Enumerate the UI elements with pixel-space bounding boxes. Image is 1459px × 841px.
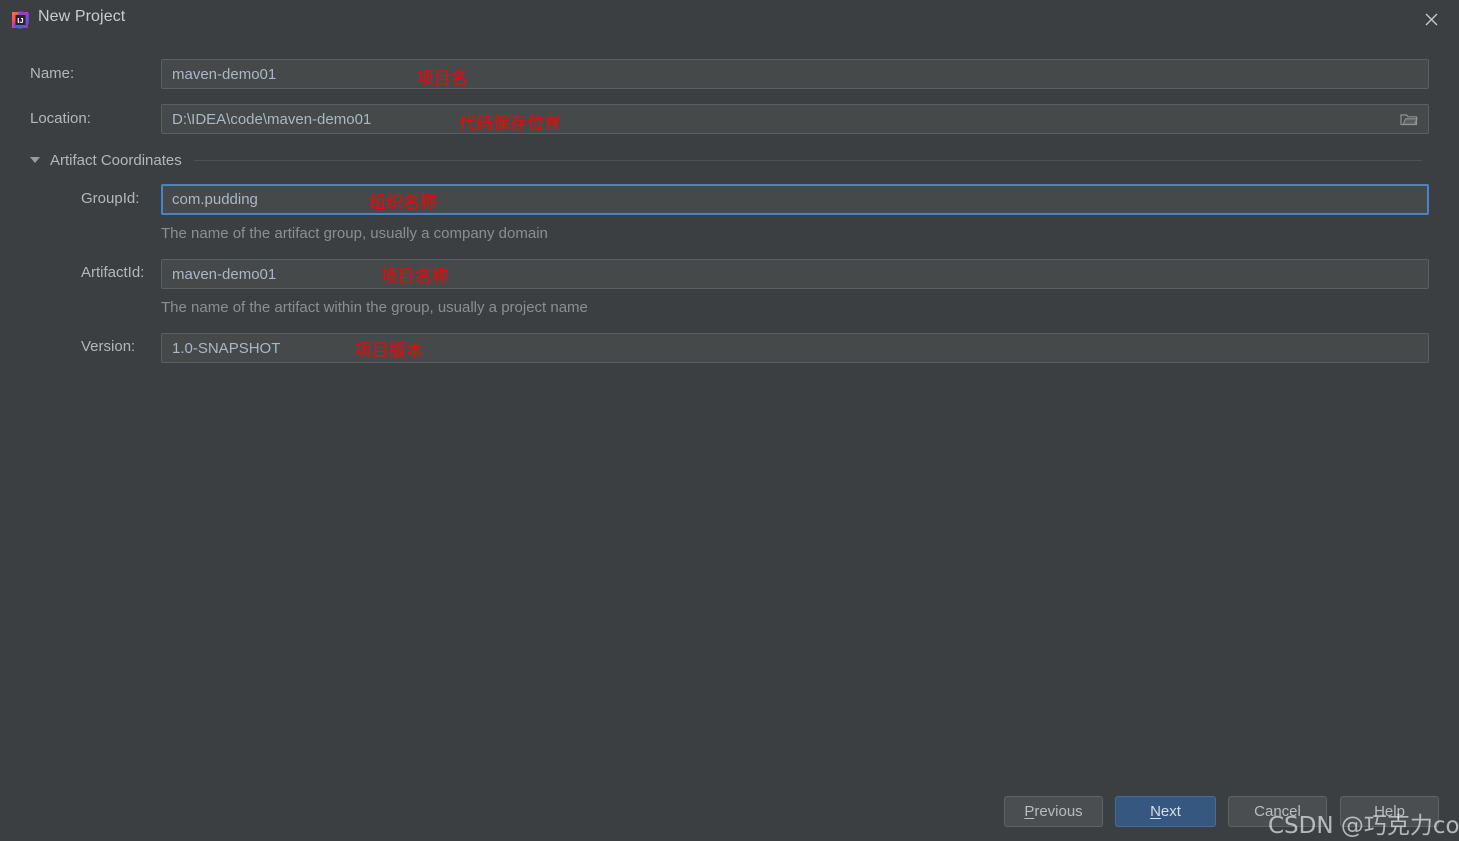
cancel-button-label: Cancel [1254, 803, 1301, 820]
help-button[interactable]: Help [1340, 796, 1439, 827]
artifact-coordinates-title: Artifact Coordinates [50, 152, 182, 169]
close-icon [1424, 12, 1439, 27]
name-input-value: maven-demo01 [172, 66, 276, 83]
artifact-coordinates-section-header[interactable]: Artifact Coordinates [30, 149, 1430, 171]
artifactid-input-value: maven-demo01 [172, 266, 276, 283]
intellij-idea-logo-icon: IJ [9, 9, 31, 31]
folder-icon[interactable] [1396, 108, 1422, 130]
next-button-label: Next [1150, 803, 1181, 820]
version-input-value: 1.0-SNAPSHOT [172, 340, 280, 357]
close-button[interactable] [1403, 0, 1459, 38]
svg-text:IJ: IJ [17, 16, 23, 25]
artifactid-input[interactable]: maven-demo01 [161, 259, 1429, 289]
cancel-button[interactable]: Cancel [1228, 796, 1327, 827]
artifactid-label: ArtifactId: [81, 264, 144, 281]
version-input[interactable]: 1.0-SNAPSHOT [161, 333, 1429, 363]
next-button[interactable]: Next [1115, 796, 1216, 827]
window-title: New Project [38, 8, 125, 26]
location-label: Location: [30, 110, 91, 127]
version-label: Version: [81, 338, 135, 355]
location-input[interactable]: D:\IDEA\code\maven-demo01 [161, 104, 1429, 134]
triangle-down-icon[interactable] [30, 157, 40, 163]
name-label: Name: [30, 65, 74, 82]
location-input-value: D:\IDEA\code\maven-demo01 [172, 111, 371, 128]
previous-button[interactable]: Previous [1004, 796, 1103, 827]
help-button-label: Help [1374, 803, 1405, 820]
groupid-input-value: com.pudding [172, 191, 258, 208]
groupid-helper-text: The name of the artifact group, usually … [161, 225, 548, 242]
title-bar: IJ New Project [0, 0, 1459, 40]
name-input[interactable]: maven-demo01 [161, 59, 1429, 89]
artifactid-helper-text: The name of the artifact within the grou… [161, 299, 588, 316]
section-divider [194, 160, 1422, 161]
groupid-label: GroupId: [81, 190, 139, 207]
groupid-input[interactable]: com.pudding [161, 184, 1429, 215]
previous-button-label: Previous [1024, 803, 1082, 820]
